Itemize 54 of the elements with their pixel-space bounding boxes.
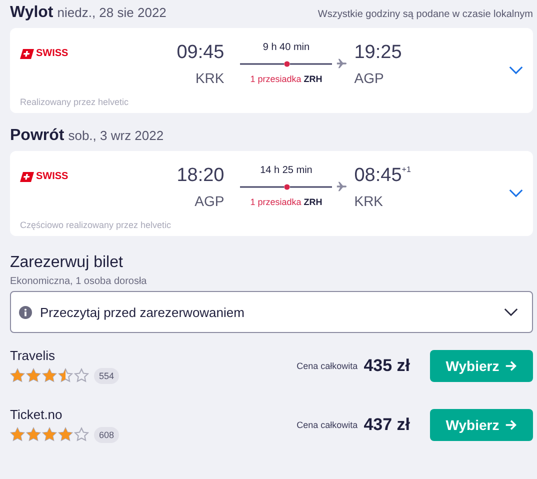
departure-airport: KRK [195, 70, 224, 86]
timezone-note: Wszystkie godziny są podane w czasie lokalnym [318, 9, 533, 20]
info-label: Przeczytaj przed zarezerwowaniem [40, 304, 244, 320]
star-icon [74, 368, 89, 383]
flight-card[interactable]: SWISS 18:20 AGP 14 h 25 min 1 przesiadka ZRH 08:45$^{+1}$ KRK Częściowo realizowany przez helvetic [10, 151, 533, 236]
star-icon [10, 427, 25, 442]
star-icon [26, 427, 41, 442]
star-icon [26, 368, 41, 383]
arrival-time: 08:45$^{+1}$ [354, 165, 411, 187]
agency-name: Ticket.no [10, 406, 64, 422]
arrow-icon [505, 418, 518, 430]
airline-logo: SWISS [20, 171, 68, 182]
departure-time: 18:20 [176, 165, 224, 187]
review-count: 608 [94, 426, 120, 442]
leg-date: sob., 3 wrz 2022 [68, 128, 164, 143]
stops-info: 1 przesiadka ZRH [249, 74, 324, 84]
star-icon [74, 427, 89, 442]
operator-note: Częściowo realizowany przez helvetic [20, 220, 172, 230]
star-icon [58, 368, 73, 383]
plane-icon [336, 58, 348, 69]
review-count: 554 [94, 368, 120, 384]
info-dropdown[interactable]: Przeczytaj przed zarezerwowaniem [10, 291, 533, 333]
price-label: Cena całkowita [296, 360, 358, 370]
agency-name: Travelis [10, 348, 56, 362]
total-price: 437 zł [364, 414, 410, 434]
star-icon [42, 427, 57, 442]
cross-icon [20, 48, 34, 58]
leg-title: Wylot [10, 4, 54, 22]
star-icon [10, 368, 25, 383]
arrival-airport: KRK [354, 193, 384, 209]
chevron-icon[interactable] [509, 66, 523, 75]
arrival-airport: AGP [354, 70, 385, 86]
operator-note: Realizowany przez helvetic [20, 97, 129, 107]
price-label: Cena całkowita [296, 420, 358, 430]
section-title: Zarezerwuj bilet [10, 254, 124, 272]
flight-card[interactable]: SWISS 09:45 KRK 9 h 40 min 1 przesiadka ZRH 19:25 AGP Realizowany przez helvetic [10, 28, 533, 113]
star-icon [58, 427, 73, 442]
stops-info: 1 przesiadka ZRH [249, 197, 324, 207]
star-icon [42, 368, 57, 383]
info-icon [19, 306, 32, 318]
chevron-icon[interactable] [509, 189, 523, 198]
total-price: 435 zł [364, 356, 410, 376]
leg-title: Powrót [10, 127, 64, 145]
plane-icon [336, 181, 348, 192]
departure-airport: AGP [194, 193, 224, 209]
arrow-icon [505, 360, 518, 372]
flight-duration: 9 h 40 min [262, 42, 311, 53]
airline-logo: SWISS [20, 48, 68, 59]
departure-time: 09:45 [176, 42, 224, 64]
cross-icon [20, 172, 34, 182]
leg-date: niedz., 28 sie 2022 [57, 5, 166, 20]
fare-summary: Ekonomiczna, 1 osoba dorosła [10, 276, 148, 287]
flight-duration: 14 h 25 min [259, 165, 314, 176]
arrival-time: 19:25 [354, 42, 402, 64]
